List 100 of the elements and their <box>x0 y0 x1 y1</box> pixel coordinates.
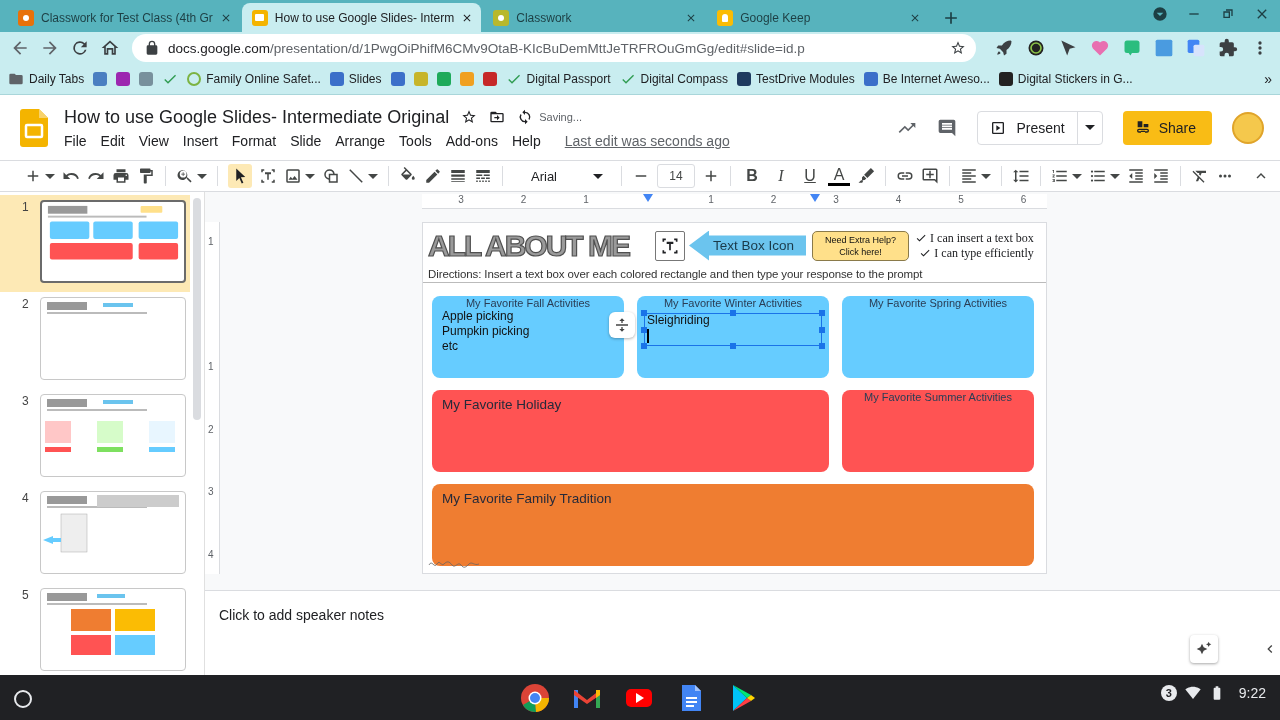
menu-item[interactable]: Insert <box>182 132 218 149</box>
align-icon[interactable] <box>960 167 978 185</box>
bookmark[interactable]: Digital Compass <box>619 71 728 87</box>
filmstrip-item[interactable]: 5 <box>0 583 190 675</box>
font-size-field[interactable]: 14 <box>657 164 695 188</box>
caret-icon[interactable] <box>305 173 315 179</box>
last-edit-link[interactable]: Last edit was seconds ago <box>564 132 730 149</box>
colored-rectangle[interactable]: My Favorite Fall Activities Apple picking Pumpkin picking etc <box>432 296 624 378</box>
caret-icon[interactable] <box>981 173 991 179</box>
bookmark[interactable]: Be Internet Aweso... <box>863 72 990 86</box>
zoom-icon[interactable] <box>176 167 194 185</box>
notification-count[interactable]: 3 <box>1160 685 1177 701</box>
decrease-indent-icon[interactable] <box>1127 167 1145 185</box>
underline-button[interactable]: U <box>799 167 821 185</box>
menu-item[interactable]: View <box>138 132 169 149</box>
browser-tab[interactable]: Google Keep <box>707 3 930 32</box>
filmstrip-item[interactable]: 3 <box>0 389 190 486</box>
border-weight-icon[interactable] <box>449 167 467 185</box>
indent-marker-icon[interactable] <box>643 194 653 202</box>
present-button[interactable]: Present <box>977 110 1103 145</box>
menu-item[interactable]: Format <box>231 132 277 149</box>
image-icon[interactable] <box>284 167 302 185</box>
line-icon[interactable] <box>347 167 365 185</box>
slide-thumbnail[interactable] <box>40 588 186 671</box>
site-icon[interactable] <box>998 72 1013 86</box>
increase-indent-icon[interactable] <box>1152 167 1170 185</box>
chrome-icon[interactable] <box>519 681 551 714</box>
help-button[interactable]: Need Extra Help? Click here! <box>812 230 910 261</box>
rocket-icon[interactable] <box>994 38 1014 58</box>
highlight-icon[interactable] <box>857 167 875 185</box>
italic-button[interactable]: I <box>770 167 792 185</box>
colored-rectangle[interactable]: My Favorite Summer Activities <box>842 390 1034 472</box>
border-dash-icon[interactable] <box>474 167 492 185</box>
circle-icon[interactable] <box>1026 38 1046 58</box>
more-bookmarks[interactable]: » <box>1264 71 1272 87</box>
colored-rectangle[interactable]: My Favorite Spring Activities <box>842 296 1034 378</box>
slide-thumbnail[interactable] <box>40 394 186 477</box>
speaker-notes-field[interactable]: Click to add speaker notes <box>219 607 384 623</box>
filmstrip-item[interactable]: 1 <box>0 195 190 292</box>
text-box[interactable]: Apple picking Pumpkin picking etc <box>440 309 532 354</box>
add-comment-icon[interactable] <box>921 167 939 185</box>
clock-time[interactable]: 9:22 <box>1238 685 1266 701</box>
star-icon[interactable] <box>461 109 478 125</box>
share-button[interactable]: Share <box>1122 110 1212 145</box>
menu-item[interactable]: Help <box>511 132 541 149</box>
explore-button[interactable] <box>1190 635 1218 663</box>
move-folder-icon[interactable] <box>489 109 506 125</box>
scrollbar[interactable] <box>193 198 201 420</box>
colored-rectangle[interactable]: My Favorite Holiday <box>432 390 829 472</box>
font-dropdown[interactable]: Arial <box>513 168 607 184</box>
bookmark[interactable]: Digital Passport <box>505 71 611 87</box>
browser-tab[interactable]: How to use Google Slides- Interm <box>241 3 482 32</box>
reload-icon[interactable] <box>70 38 90 58</box>
slide-thumbnail[interactable] <box>40 491 186 574</box>
caret-icon[interactable] <box>197 173 207 179</box>
line-spacing-icon[interactable] <box>1012 167 1030 185</box>
star-icon[interactable] <box>950 40 966 56</box>
menu-item[interactable]: Arrange <box>335 132 386 149</box>
menu-item[interactable]: Tools <box>399 132 432 149</box>
text-box-icon[interactable] <box>259 167 277 185</box>
bookmark[interactable]: Digital Stickers in G... <box>998 72 1133 86</box>
menu-item[interactable]: Slide <box>290 132 322 149</box>
text-box[interactable]: Sleighriding <box>641 310 825 349</box>
menu-item[interactable]: Add-ons <box>445 132 498 149</box>
indent-marker-icon[interactable] <box>810 194 820 202</box>
colored-rectangle[interactable]: My Favorite Family Tradition <box>432 484 1034 566</box>
filmstrip-item[interactable]: 2 <box>0 292 190 389</box>
paint-format-icon[interactable] <box>137 167 155 185</box>
select-button[interactable] <box>228 164 252 188</box>
comment-icon[interactable] <box>937 117 958 138</box>
caret-icon[interactable] <box>1072 173 1082 179</box>
vertical-align-button[interactable] <box>609 312 635 338</box>
pencil-icon[interactable] <box>424 167 442 185</box>
wifi-icon[interactable] <box>1184 685 1201 701</box>
bookmark[interactable]: TestDrive Modules <box>736 72 855 86</box>
caret-icon[interactable] <box>368 173 378 179</box>
slide-thumbnail[interactable] <box>40 200 186 283</box>
document-title[interactable]: How to use Google Slides- Intermediate Original <box>64 106 450 128</box>
slide-thumbnail[interactable] <box>40 297 186 380</box>
browser-tab[interactable]: Classwork <box>483 3 706 32</box>
bold-button[interactable]: B <box>741 167 763 185</box>
dropdown-icon[interactable] <box>1152 6 1168 22</box>
site-icon[interactable] <box>736 72 751 86</box>
print-icon[interactable] <box>112 167 130 185</box>
bookmark[interactable]: Daily Tabs <box>8 71 85 87</box>
caret-icon[interactable] <box>1110 173 1120 179</box>
shape-icon[interactable] <box>322 167 340 185</box>
browser-tab[interactable]: Classwork for Test Class (4th Gr <box>8 3 240 32</box>
address-bar[interactable]: docs.google.com/presentation/d/1PwgOiPhifM6CMv9OtaB-KIcBuDemMttJeTRFROuGmGg/edit#slide=id.p <box>132 34 976 62</box>
caret-icon[interactable] <box>45 173 55 179</box>
bookmark[interactable]: Slides <box>329 72 382 86</box>
menu-item[interactable]: Edit <box>100 132 125 149</box>
filmstrip-item[interactable]: 4 <box>0 486 190 583</box>
extensions-icon[interactable] <box>1218 38 1238 58</box>
menu-item[interactable]: File <box>64 132 87 149</box>
bookmark[interactable]: Family Online Safet... <box>187 72 321 86</box>
home-icon[interactable] <box>100 38 120 58</box>
launcher-icon[interactable] <box>14 690 32 708</box>
text-color-button[interactable]: A <box>828 166 850 186</box>
numbered-list-icon[interactable] <box>1051 167 1069 185</box>
